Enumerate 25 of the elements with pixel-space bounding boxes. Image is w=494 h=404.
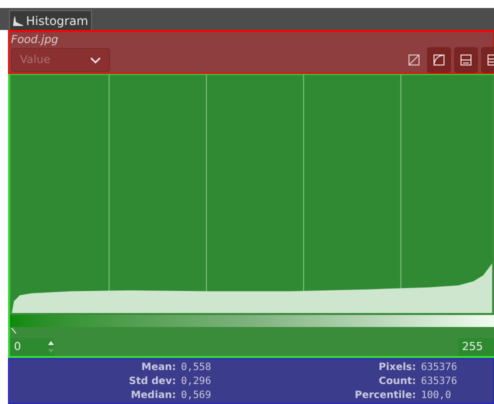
stat-label: Pixels: [378, 361, 416, 375]
stat-value: 635376 [421, 375, 458, 389]
histogram-tab[interactable]: Histogram [9, 10, 92, 30]
toolbar-button[interactable] [454, 47, 478, 73]
stat-label: Mean: [140, 361, 176, 375]
stat-label: Count: [378, 375, 416, 389]
stat-value: 100,0 [421, 389, 452, 403]
stat-label: Std dev: [128, 375, 176, 389]
stat-label: Percentile: [354, 389, 416, 403]
histogram-display-icon [460, 54, 472, 66]
linear-scale-icon [408, 54, 420, 66]
slider-handle[interactable] [11, 328, 17, 334]
chevron-down-icon [90, 56, 101, 64]
image-name: Food.jpg [11, 32, 60, 47]
high-value-field[interactable]: 255 [458, 338, 494, 356]
stat-label: Median: [130, 389, 176, 403]
spin-arrows-icon[interactable] [48, 339, 54, 355]
histogram-icon [13, 16, 23, 26]
low-value-field[interactable]: 0 [10, 338, 54, 356]
stat-value: 0,569 [181, 389, 212, 403]
stat-value: 0,296 [181, 375, 212, 389]
stat-value: 0,558 [181, 361, 212, 375]
toolbar-button[interactable] [427, 47, 451, 73]
log-scale-icon [433, 54, 445, 66]
stat-value: 635376 [421, 361, 458, 375]
